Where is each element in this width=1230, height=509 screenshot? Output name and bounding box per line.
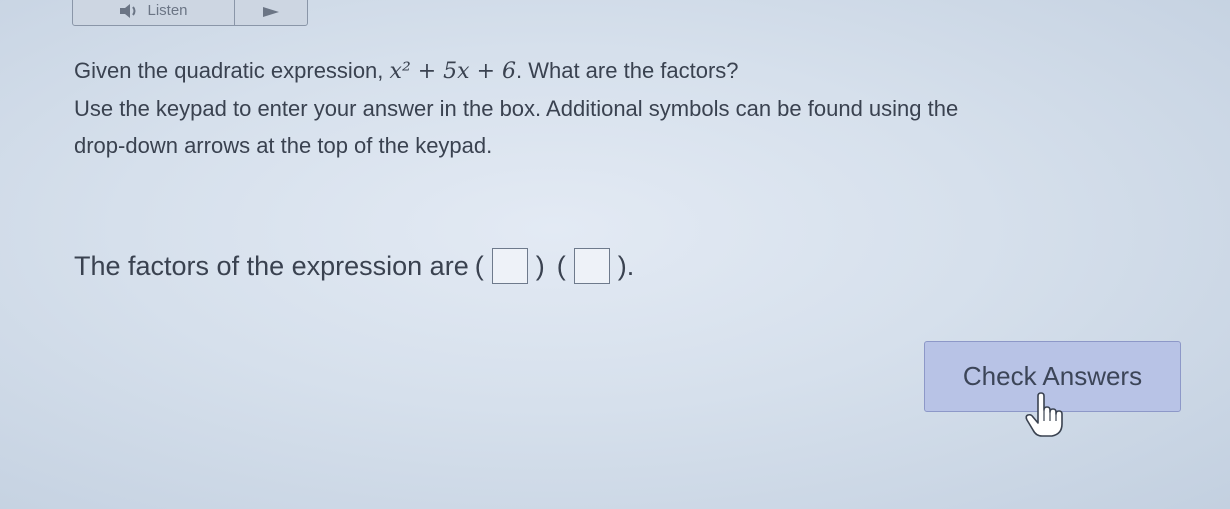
answer-statement: The factors of the expression are ( ) ( … [74, 248, 640, 284]
answer-box-1[interactable] [491, 248, 528, 284]
listen-button[interactable]: Listen [73, 0, 235, 25]
question-prefix: Given the quadratic expression, [74, 58, 384, 83]
close-paren-2: ). [617, 250, 635, 281]
close-paren-1: ) [535, 250, 545, 281]
question-suffix: . What are the factors? [516, 58, 739, 83]
quadratic-expression: x² + 5x + 6 [389, 59, 516, 84]
audio-toolbar: Listen [72, 0, 308, 26]
hand-pointer-icon [1024, 392, 1064, 443]
open-paren-1: ( [474, 250, 484, 281]
speaker-icon [119, 3, 139, 19]
answer-box-2[interactable] [573, 248, 610, 284]
question-line-1: Given the quadratic expression, x² + 5x … [74, 52, 1164, 90]
instruction-line-2: drop-down arrows at the top of the keypa… [74, 133, 493, 158]
answer-prefix: The factors of the expression are [74, 250, 469, 281]
instruction-line-1: Use the keypad to enter your answer in t… [74, 96, 959, 121]
listen-label: Listen [147, 2, 188, 19]
question-text: Given the quadratic expression, x² + 5x … [74, 52, 1164, 164]
play-icon [263, 7, 279, 17]
open-paren-2: ( [556, 250, 566, 281]
play-button[interactable] [235, 0, 307, 25]
